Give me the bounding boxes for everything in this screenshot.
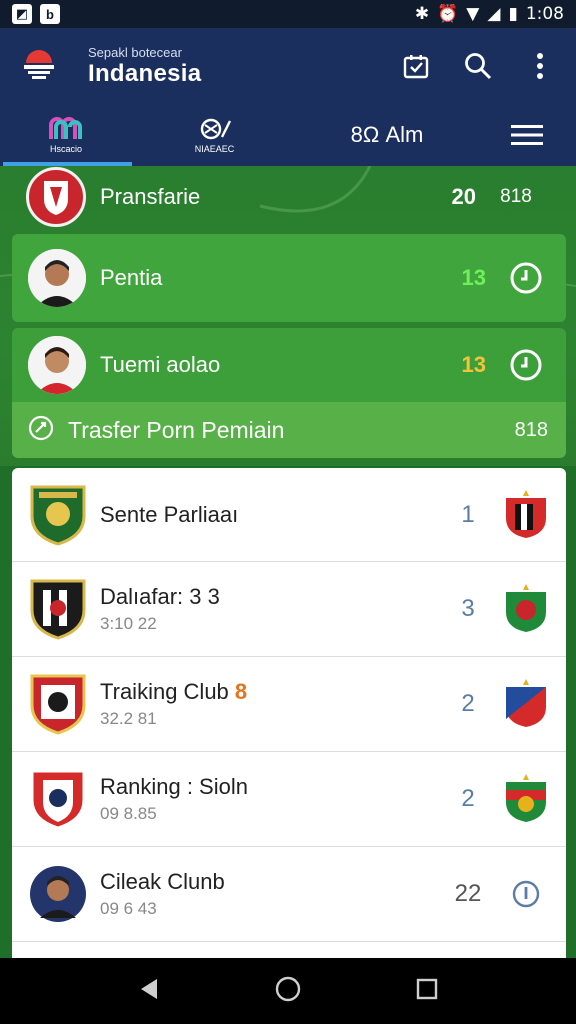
list-item[interactable]: Traiking Club 8 32.2 81 2 xyxy=(12,657,566,752)
club-value: 22 xyxy=(454,880,482,907)
home-icon[interactable] xyxy=(274,975,302,1008)
list-item[interactable]: Dalıafar: 3 3 3:10 22 3 xyxy=(12,562,566,657)
club-highlight: 8 xyxy=(234,679,248,704)
wifi-icon: ▼ xyxy=(466,4,480,24)
hamburger-menu-icon xyxy=(510,125,543,145)
club-name: Dalıafar: 3 3 xyxy=(100,584,220,609)
tab-bar: Hscacio NIAEAEC 8Ω Alm xyxy=(0,104,576,166)
list-item[interactable]: Sente Parliaaı 1 xyxy=(12,468,566,562)
club-sub: 09 6 43 xyxy=(100,899,157,918)
app-notification-icon: b xyxy=(40,4,60,24)
player-avatar xyxy=(28,336,86,394)
opponent-crest-icon xyxy=(486,584,566,634)
transfer-value: 818 xyxy=(514,418,548,441)
club-crest-icon xyxy=(26,167,86,227)
club-list: Sente Parliaaı 1 Dalıafar: 3 3 3:10 22 3… xyxy=(12,468,566,958)
info-icon[interactable] xyxy=(486,879,566,909)
tab-matches[interactable]: NIAEAEC xyxy=(132,104,297,166)
app-title: Indanesia xyxy=(88,59,202,87)
opponent-crest-icon xyxy=(486,774,566,824)
app-logo[interactable] xyxy=(20,47,58,85)
back-icon[interactable] xyxy=(137,977,161,1006)
image-notification-icon: ◩ xyxy=(12,4,32,24)
calendar-check-icon[interactable] xyxy=(400,50,432,82)
player-row[interactable]: Pransfarie 20 818 xyxy=(26,166,556,228)
club-value: 3 xyxy=(461,595,475,622)
opponent-crest-icon xyxy=(486,489,566,540)
ball-icon xyxy=(200,118,231,139)
club-sub: 32.2 81 xyxy=(100,709,157,728)
more-vert-icon[interactable] xyxy=(524,50,556,82)
status-bar: ◩ b ✱ ⏰ ▼ ◢ ▮ 1:08 xyxy=(0,0,576,28)
club-sub: 09 8.85 xyxy=(100,804,157,823)
club-name: Cileak Clunb xyxy=(100,869,225,894)
clock-icon[interactable] xyxy=(486,261,566,295)
player-row[interactable]: Pentia 13 xyxy=(12,234,566,322)
club-name: Sente Parliaaı xyxy=(100,501,239,527)
player-avatar xyxy=(28,249,86,307)
recents-icon[interactable] xyxy=(415,977,439,1006)
club-crest-icon xyxy=(28,577,88,641)
club-crest-icon xyxy=(28,483,88,547)
bluetooth-icon: ✱ xyxy=(414,4,430,24)
club-sub: 3:10 22 xyxy=(100,614,157,633)
player-value: 13 xyxy=(461,352,486,377)
alarm-icon: ⏰ xyxy=(437,4,459,24)
transfer-label: Trasfer Porn Pemiain xyxy=(68,416,285,443)
club-value: 1 xyxy=(461,500,475,528)
tab-table[interactable]: 8Ω Alm xyxy=(297,104,477,166)
search-icon[interactable] xyxy=(462,50,494,82)
list-item[interactable]: Cileak Clunb 09 6 43 22 xyxy=(12,847,566,942)
transfer-row[interactable]: Trasfer Porn Pemiain 818 xyxy=(12,402,566,458)
list-item[interactable]: Ranking : Sioln 09 8.85 2 xyxy=(12,752,566,847)
club-name: Ranking : Sioln xyxy=(100,774,248,799)
player-avatar xyxy=(28,862,88,926)
club-name: Traiking Club 8 xyxy=(100,679,248,704)
player-name: Pransfarie xyxy=(100,184,201,209)
player-value: 20 xyxy=(451,184,476,209)
club-crest-icon xyxy=(28,767,88,831)
opponent-crest-icon xyxy=(486,679,566,729)
tab-menu[interactable] xyxy=(477,104,576,166)
club-value: 2 xyxy=(461,785,475,812)
system-nav-bar xyxy=(0,958,576,1024)
signal-icon: ◢ xyxy=(487,4,501,24)
club-crest-icon xyxy=(28,672,88,736)
app-subtitle: Sepakl botecear xyxy=(88,44,182,60)
home-tab-icon xyxy=(49,116,82,139)
player-name: Pentia xyxy=(100,265,163,290)
player-name: Tuemi aolao xyxy=(100,352,221,377)
status-time: 1:08 xyxy=(525,4,564,24)
player-row[interactable]: Tuemi aolao 13 xyxy=(12,328,566,402)
club-value: 2 xyxy=(461,690,475,717)
app-bar: Sepakl botecear Indanesia xyxy=(0,28,576,104)
player-extra: 818 xyxy=(500,186,532,207)
player-value: 13 xyxy=(461,265,486,290)
clock-icon[interactable] xyxy=(486,348,566,382)
tab-home[interactable]: Hscacio xyxy=(0,104,132,166)
transfer-icon xyxy=(28,415,54,446)
battery-icon: ▮ xyxy=(508,4,518,24)
